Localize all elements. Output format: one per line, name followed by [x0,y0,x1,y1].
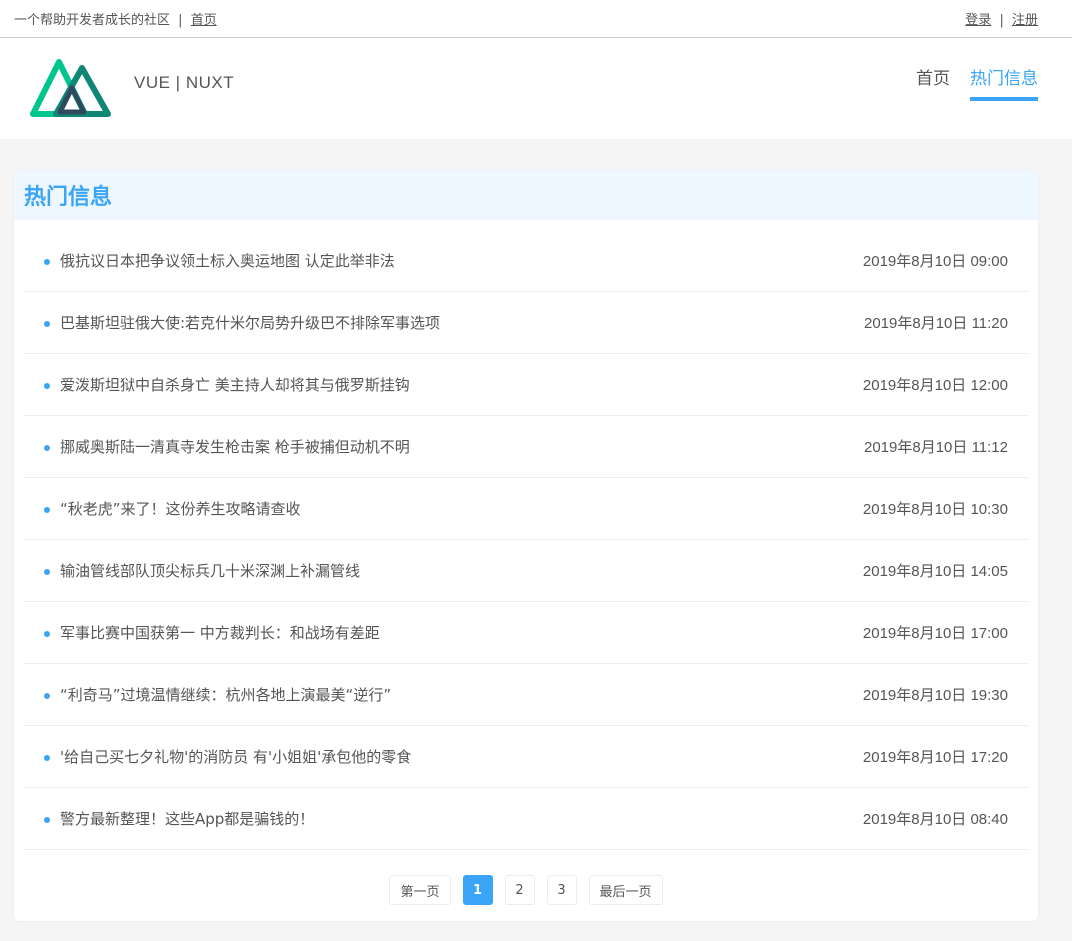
page-1-button[interactable]: 1 [462,875,493,905]
news-item-left: '给自己买七夕礼物'的消防员 有'小姐姐'承包他的零食 [44,746,411,767]
separator: | [178,13,183,28]
first-page-button[interactable]: 第一页 [389,875,451,905]
news-title[interactable]: '给自己买七夕礼物'的消防员 有'小姐姐'承包他的零食 [60,746,411,767]
news-item[interactable]: “利奇马”过境温情继续：杭州各地上演最美“逆行” 2019年8月10日 19:30 [24,664,1028,726]
bullet-icon [44,568,50,575]
top-bar-left: 一个帮助开发者成长的社区 | 首页 [14,9,217,28]
news-title[interactable]: 爱泼斯坦狱中自杀身亡 美主持人却将其与俄罗斯挂钩 [60,374,410,395]
news-time: 2019年8月10日 14:05 [862,563,1008,580]
news-item[interactable]: “秋老虎”来了！这份养生攻略请查收 2019年8月10日 10:30 [24,478,1028,540]
news-item[interactable]: 俄抗议日本把争议领土标入奥运地图 认定此举非法 2019年8月10日 09:00 [24,230,1028,292]
news-item[interactable]: 挪威奥斯陆一清真寺发生枪击案 枪手被捕但动机不明 2019年8月10日 11:12 [24,416,1028,478]
bullet-icon [44,320,50,327]
news-item-left: 巴基斯坦驻俄大使:若克什米尔局势升级巴不排除军事选项 [44,312,440,333]
register-link[interactable]: 注册 [1012,13,1038,28]
news-time: 2019年8月10日 10:30 [862,501,1008,518]
news-title[interactable]: “利奇马”过境温情继续：杭州各地上演最美“逆行” [60,684,391,705]
top-bar-right: 登录 | 注册 [965,9,1038,28]
main-nav: 首页 热门信息 [896,64,1038,104]
news-title[interactable]: 军事比赛中国获第一 中方裁判长：和战场有差距 [60,622,380,643]
bullet-icon [44,816,50,823]
site-header: VUE | NUXT 首页 热门信息 [0,38,1072,139]
news-item-left: 军事比赛中国获第一 中方裁判长：和战场有差距 [44,622,380,643]
panel-header: 热门信息 [14,170,1038,220]
brand-text: VUE | NUXT [134,72,235,92]
news-title[interactable]: 挪威奥斯陆一清真寺发生枪击案 枪手被捕但动机不明 [60,436,410,457]
bullet-icon [44,692,50,699]
pagination: 第一页 1 2 3 最后一页 [14,875,1038,905]
news-title[interactable]: 警方最新整理！这些App都是骗钱的！ [60,808,314,829]
news-item-left: 俄抗议日本把争议领土标入奥运地图 认定此举非法 [44,250,395,271]
news-time: 2019年8月10日 11:12 [864,439,1008,456]
login-link[interactable]: 登录 [965,13,991,28]
news-title[interactable]: “秋老虎”来了！这份养生攻略请查收 [60,498,301,519]
brand[interactable]: VUE | NUXT [30,58,234,120]
news-item-left: “利奇马”过境温情继续：杭州各地上演最美“逆行” [44,684,391,705]
news-item-left: “秋老虎”来了！这份养生攻略请查收 [44,498,301,519]
hot-info-panel: 热门信息 俄抗议日本把争议领土标入奥运地图 认定此举非法 2019年8月10日 0… [14,170,1038,921]
home-link[interactable]: 首页 [191,13,217,28]
news-time: 2019年8月10日 08:40 [862,811,1008,828]
news-item[interactable]: 巴基斯坦驻俄大使:若克什米尔局势升级巴不排除军事选项 2019年8月10日 11:… [24,292,1028,354]
bullet-icon [44,630,50,637]
top-bar: 一个帮助开发者成长的社区 | 首页 登录 | 注册 [0,0,1072,38]
news-item[interactable]: 爱泼斯坦狱中自杀身亡 美主持人却将其与俄罗斯挂钩 2019年8月10日 12:00 [24,354,1028,416]
news-item-left: 警方最新整理！这些App都是骗钱的！ [44,808,314,829]
separator: | [999,13,1004,28]
bullet-icon [44,444,50,451]
news-time: 2019年8月10日 19:30 [862,687,1008,704]
bullet-icon [44,382,50,389]
bullet-icon [44,258,50,265]
last-page-button[interactable]: 最后一页 [588,875,663,905]
news-time: 2019年8月10日 09:00 [862,253,1008,270]
news-time: 2019年8月10日 11:20 [864,315,1008,332]
panel-title: 热门信息 [24,185,113,210]
news-time: 2019年8月10日 17:20 [862,749,1008,766]
bullet-icon [44,754,50,761]
news-item[interactable]: 警方最新整理！这些App都是骗钱的！ 2019年8月10日 08:40 [24,788,1028,850]
page-3-button[interactable]: 3 [546,875,577,905]
bullet-icon [44,506,50,513]
news-item-left: 输油管线部队顶尖标兵几十米深渊上补漏管线 [44,560,360,581]
page-2-button[interactable]: 2 [504,875,535,905]
news-time: 2019年8月10日 12:00 [862,377,1008,394]
news-list: 俄抗议日本把争议领土标入奥运地图 认定此举非法 2019年8月10日 09:00 … [24,230,1028,850]
news-title[interactable]: 输油管线部队顶尖标兵几十米深渊上补漏管线 [60,560,360,581]
news-item-left: 爱泼斯坦狱中自杀身亡 美主持人却将其与俄罗斯挂钩 [44,374,410,395]
site-slogan: 一个帮助开发者成长的社区 [14,13,171,28]
news-title[interactable]: 巴基斯坦驻俄大使:若克什米尔局势升级巴不排除军事选项 [60,312,440,333]
news-item[interactable]: 输油管线部队顶尖标兵几十米深渊上补漏管线 2019年8月10日 14:05 [24,540,1028,602]
news-item-left: 挪威奥斯陆一清真寺发生枪击案 枪手被捕但动机不明 [44,436,410,457]
news-item[interactable]: 军事比赛中国获第一 中方裁判长：和战场有差距 2019年8月10日 17:00 [24,602,1028,664]
news-title[interactable]: 俄抗议日本把争议领土标入奥运地图 认定此举非法 [60,250,395,271]
news-item[interactable]: '给自己买七夕礼物'的消防员 有'小姐姐'承包他的零食 2019年8月10日 17… [24,726,1028,788]
nuxt-logo-icon[interactable] [30,58,114,120]
nav-home[interactable]: 首页 [916,64,950,97]
nav-hot-info[interactable]: 热门信息 [970,64,1038,101]
news-time: 2019年8月10日 17:00 [862,625,1008,642]
